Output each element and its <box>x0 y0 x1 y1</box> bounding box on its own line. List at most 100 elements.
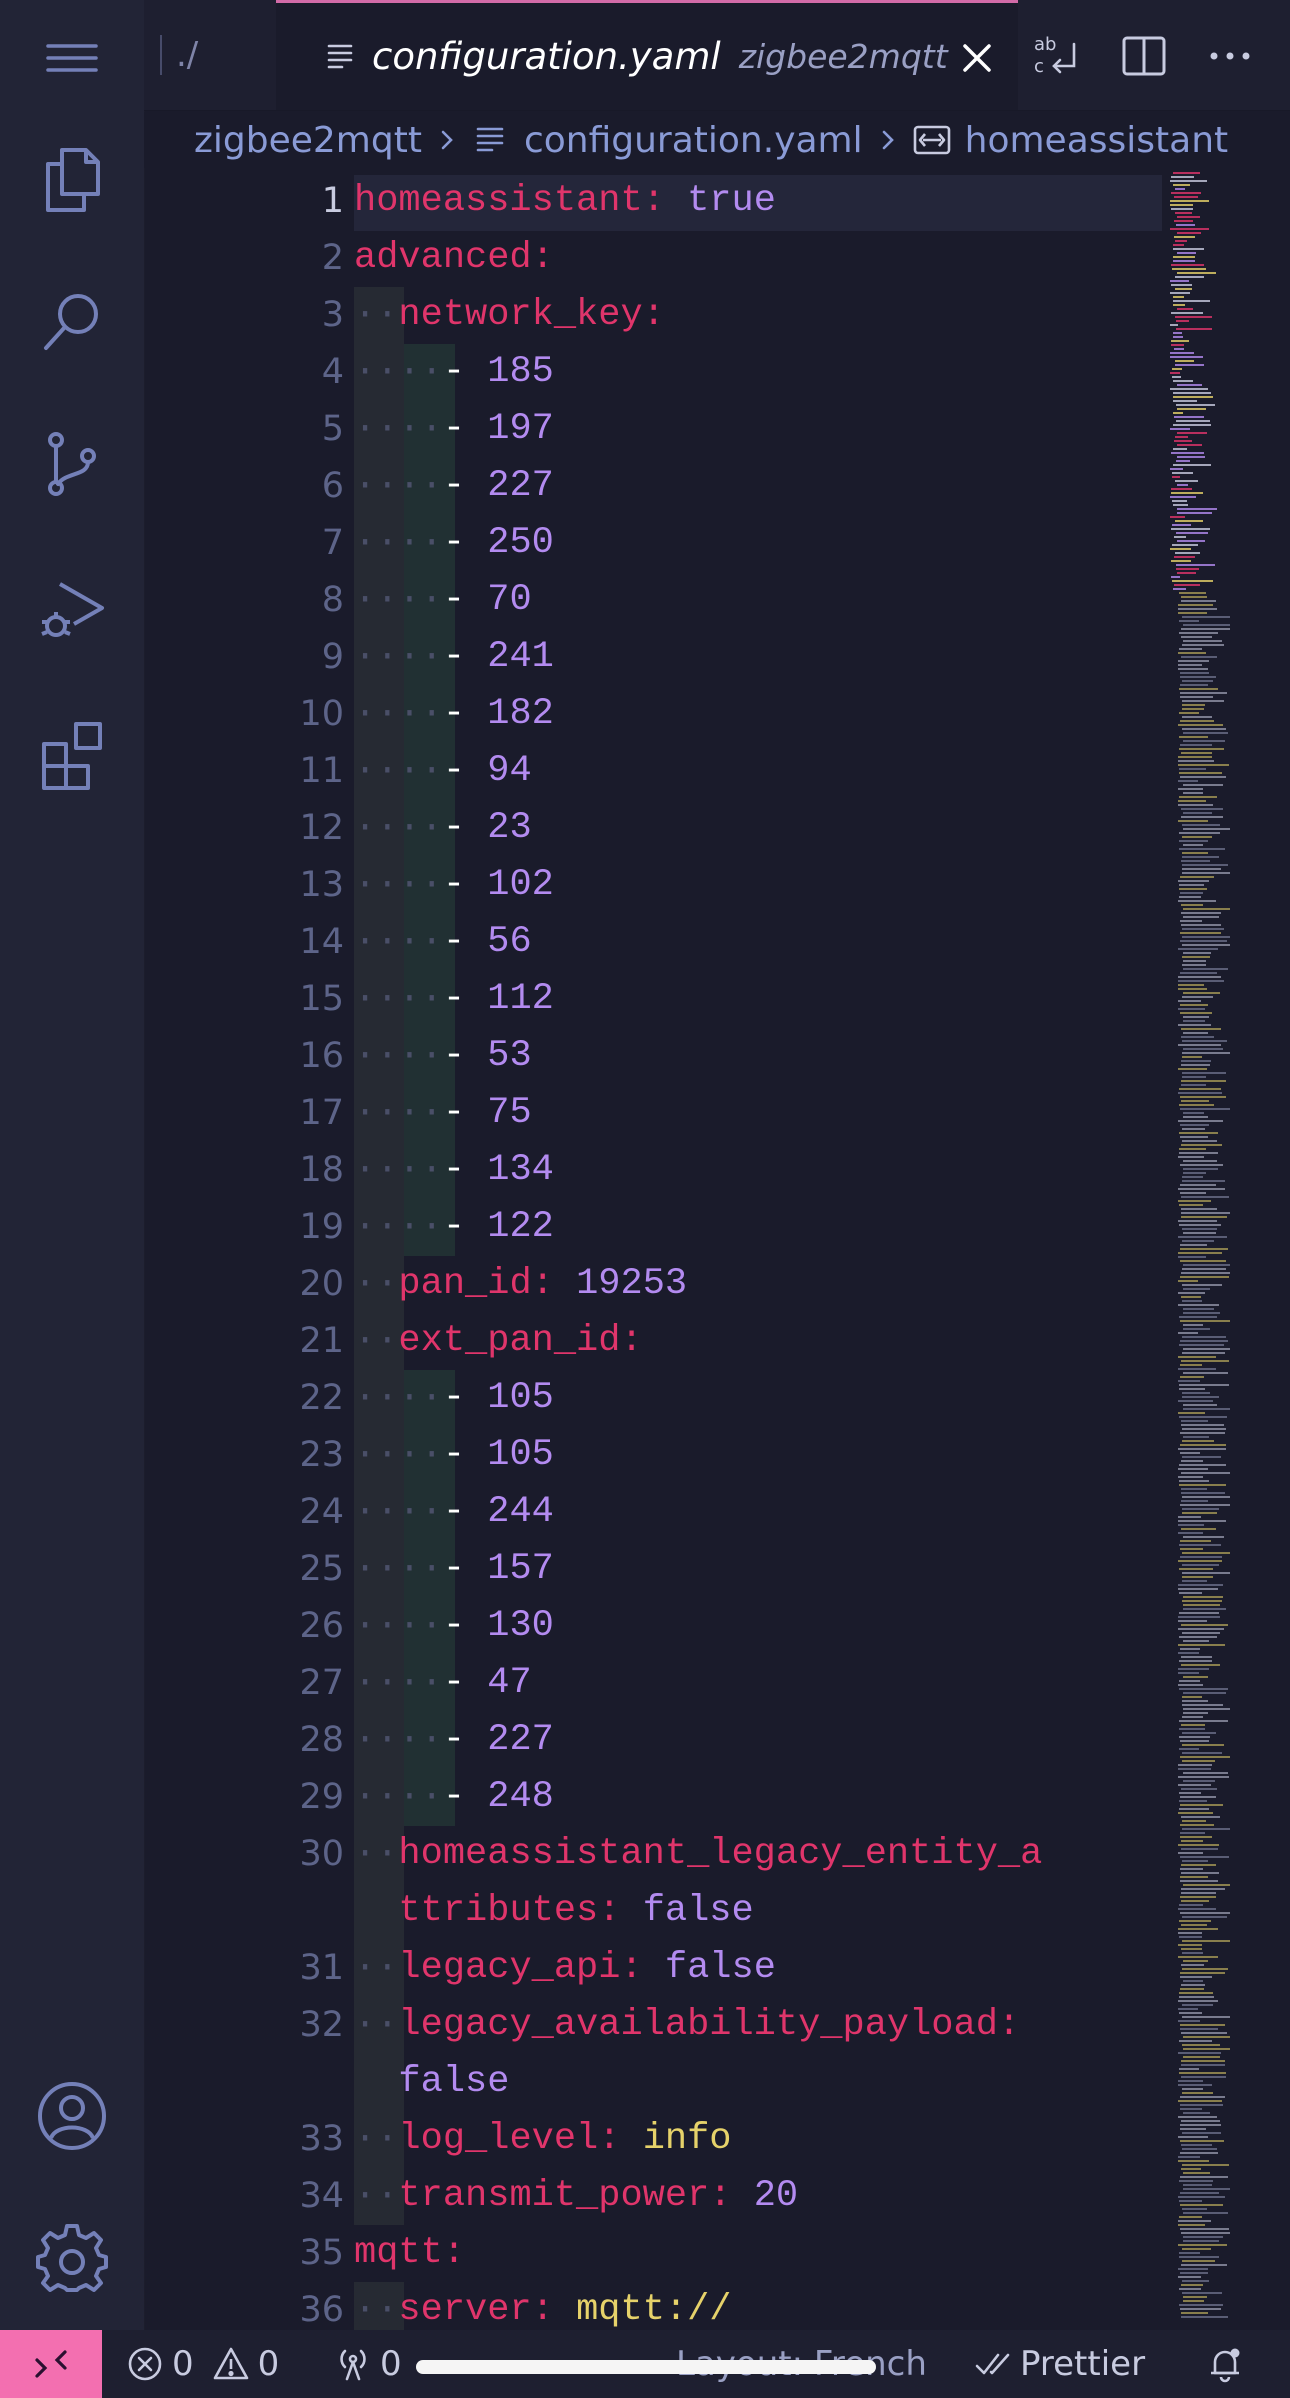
code-line[interactable]: ····- 112 <box>354 971 554 1028</box>
code-line[interactable]: ····- 250 <box>354 515 554 572</box>
code-token: 241 <box>487 636 554 678</box>
code-line[interactable]: homeassistant: true <box>354 173 776 230</box>
code-line[interactable]: ····- 53 <box>354 1028 532 1085</box>
breadcrumb-file[interactable]: configuration.yaml <box>472 120 863 161</box>
code-line[interactable]: ····- 70 <box>354 572 532 629</box>
code-line[interactable]: ····- 102 <box>354 857 554 914</box>
code-line[interactable]: ····- 227 <box>354 1712 554 1769</box>
minimap-line <box>1182 2004 1213 2006</box>
code-line[interactable]: ttributes: false <box>354 1883 753 1940</box>
code-line[interactable]: ··homeassistant_legacy_entity_a <box>354 1826 1042 1883</box>
code-line[interactable]: ··server: mqtt:// <box>354 2282 732 2330</box>
menu-icon[interactable] <box>36 22 108 94</box>
minimap-line <box>1183 2048 1230 2050</box>
code-line[interactable]: ····- 134 <box>354 1142 554 1199</box>
code-line[interactable]: ····- 94 <box>354 743 532 800</box>
code-line[interactable]: false <box>354 2054 509 2111</box>
code-line[interactable]: ··pan_id: 19253 <box>354 1256 687 1313</box>
tab-previous[interactable]: ./ <box>144 0 274 110</box>
prettier-formatter[interactable]: Prettier <box>974 2330 1145 2398</box>
minimap-line <box>1182 708 1204 710</box>
minimap-line <box>1177 308 1193 310</box>
minimap-line <box>1178 2008 1198 2010</box>
code-token: ···· <box>354 1776 443 1818</box>
code-line[interactable]: ····- 122 <box>354 1199 554 1256</box>
minimap-line <box>1180 1276 1229 1278</box>
code-line[interactable]: ··log_level: info <box>354 2111 732 2168</box>
code-line[interactable]: ····- 157 <box>354 1541 554 1598</box>
minimap-line <box>1181 1892 1216 1894</box>
minimap-line <box>1177 432 1207 434</box>
code-line[interactable]: ····- 244 <box>354 1484 554 1541</box>
file-lines-icon <box>327 44 353 68</box>
tab-configuration-yaml[interactable]: configuration.yaml zigbee2mqtt <box>276 0 1018 110</box>
code-editor[interactable]: 1 homeassistant: true 2 advanced: 3 ··network… <box>144 170 1164 2330</box>
minimap-line <box>1183 2184 1212 2186</box>
extensions-icon[interactable] <box>36 718 108 790</box>
minimap-line <box>1179 1904 1203 1906</box>
code-line[interactable]: ····- 56 <box>354 914 532 971</box>
minimap-line <box>1182 1040 1227 1042</box>
run-debug-icon[interactable] <box>36 574 108 646</box>
code-line[interactable]: ··network_key: <box>354 287 665 344</box>
minimap-line <box>1183 1708 1230 1710</box>
code-line[interactable]: ··ext_pan_id: <box>354 1313 643 1370</box>
minimap-line <box>1180 2024 1225 2026</box>
minimap-line <box>1178 2136 1208 2138</box>
code-line[interactable]: ····- 105 <box>354 1427 554 1484</box>
search-icon[interactable] <box>36 286 108 358</box>
code-line[interactable]: ··legacy_availability_payload: <box>354 1997 1020 2054</box>
code-line[interactable]: advanced: <box>354 230 554 287</box>
breadcrumb-file-label: configuration.yaml <box>523 119 863 161</box>
code-line[interactable]: ····- 182 <box>354 686 554 743</box>
minimap-line <box>1174 196 1198 198</box>
minimap-line <box>1180 2228 1229 2230</box>
code-token: homeassistant <box>354 180 643 222</box>
explorer-files-icon[interactable] <box>36 144 108 216</box>
compare-changes-icon[interactable]: ab c <box>1030 30 1082 82</box>
code-line[interactable]: ····- 23 <box>354 800 532 857</box>
code-line[interactable]: ····- 227 <box>354 458 554 515</box>
line-number: 10 <box>299 694 344 734</box>
code-line[interactable]: ····- 105 <box>354 1370 554 1427</box>
ports-indicator[interactable]: 0 <box>334 2330 402 2398</box>
minimap-line <box>1182 2208 1207 2210</box>
notifications[interactable] <box>1206 2330 1252 2398</box>
minimap-line <box>1180 892 1203 894</box>
problems-indicator[interactable]: 0 0 <box>126 2330 279 2398</box>
minimap[interactable] <box>1164 170 1234 2330</box>
code-line[interactable]: ····- 185 <box>354 344 554 401</box>
minimap-line <box>1181 1420 1208 1422</box>
minimap-line <box>1182 1072 1226 1074</box>
code-line[interactable]: ····- 130 <box>354 1598 554 1655</box>
settings-gear-icon[interactable] <box>36 2222 108 2294</box>
line-number: 22 <box>299 1378 344 1418</box>
code-line[interactable]: ····- 197 <box>354 401 554 458</box>
minimap-line <box>1179 1720 1228 1722</box>
account-icon[interactable] <box>36 2080 108 2152</box>
breadcrumb-folder[interactable]: zigbee2mqtt <box>194 120 422 161</box>
minimap-line <box>1180 1248 1228 1250</box>
source-control-icon[interactable] <box>36 428 108 500</box>
code-line[interactable]: ····- 241 <box>354 629 554 686</box>
code-line[interactable]: ····- 47 <box>354 1655 532 1712</box>
minimap-line <box>1179 1996 1214 1998</box>
code-token: ···· <box>354 1605 443 1647</box>
split-editor-icon[interactable] <box>1118 30 1170 82</box>
code-line[interactable]: ··transmit_power: 20 <box>354 2168 798 2225</box>
minimap-line <box>1180 1320 1230 1322</box>
close-icon[interactable] <box>958 39 996 77</box>
minimap-line <box>1183 1772 1228 1774</box>
code-token: ·· <box>354 2289 399 2330</box>
code-line[interactable]: mqtt: <box>354 2225 465 2282</box>
minimap-line <box>1175 552 1200 554</box>
code-line[interactable]: ····- 248 <box>354 1769 554 1826</box>
more-actions-icon[interactable] <box>1204 30 1256 82</box>
code-line[interactable]: ····- 75 <box>354 1085 532 1142</box>
minimap-line <box>1181 1036 1214 1038</box>
error-icon <box>128 2347 162 2381</box>
remote-indicator[interactable] <box>0 2330 102 2398</box>
code-line[interactable]: ··legacy_api: false <box>354 1940 776 1997</box>
minimap-line <box>1183 1232 1216 1234</box>
breadcrumb-symbol[interactable]: homeassistant <box>913 120 1228 161</box>
